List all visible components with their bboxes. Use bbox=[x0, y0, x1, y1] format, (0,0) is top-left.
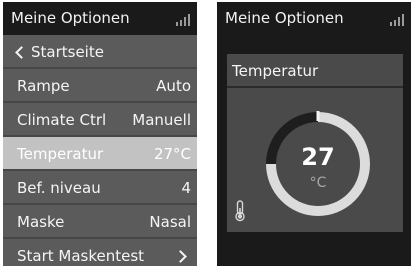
menu-item-label: Temperatur bbox=[17, 145, 104, 163]
menu-item-value: Nasal bbox=[149, 213, 191, 231]
temperature-panel: Temperatur 27 °C bbox=[227, 54, 403, 232]
menu-item-bef-niveau[interactable]: Bef. niveau 4 bbox=[3, 171, 197, 205]
menu-item-label: Start Maskentest bbox=[17, 247, 145, 265]
menu-item-climate-ctrl[interactable]: Climate Ctrl Manuell bbox=[3, 103, 197, 137]
temperature-unit: °C bbox=[309, 175, 327, 191]
menu-item-start-maskentest[interactable]: Start Maskentest bbox=[3, 239, 197, 266]
options-menu: Startseite Rampe Auto Climate Ctrl Manue… bbox=[3, 35, 197, 266]
menu-item-maske[interactable]: Maske Nasal bbox=[3, 205, 197, 239]
menu-item-value: 4 bbox=[181, 179, 191, 197]
menu-item-value: Manuell bbox=[132, 111, 191, 129]
menu-item-rampe[interactable]: Rampe Auto bbox=[3, 69, 197, 103]
screen-title: Meine Optionen bbox=[11, 9, 130, 27]
menu-item-value: Auto bbox=[156, 77, 191, 95]
thermometer-icon bbox=[235, 200, 245, 222]
chevron-left-icon bbox=[15, 46, 28, 59]
menu-item-value: 27°C bbox=[153, 145, 191, 163]
menu-item-label: Climate Ctrl bbox=[17, 111, 107, 129]
screen-title: Meine Optionen bbox=[225, 9, 344, 27]
menu-item-startseite[interactable]: Startseite bbox=[3, 35, 197, 69]
chevron-right-icon bbox=[174, 250, 187, 263]
signal-bars-icon bbox=[176, 14, 190, 26]
signal-bars-icon bbox=[390, 14, 404, 26]
options-menu-screen: Meine Optionen Startseite Rampe Auto Cli… bbox=[3, 2, 197, 266]
status-bar: Meine Optionen bbox=[3, 2, 197, 32]
menu-item-label: Startseite bbox=[31, 43, 104, 61]
menu-item-label: Bef. niveau bbox=[17, 179, 101, 197]
status-bar: Meine Optionen bbox=[217, 2, 411, 32]
menu-item-temperatur[interactable]: Temperatur 27°C bbox=[3, 137, 197, 171]
temperature-value: 27 bbox=[301, 143, 335, 171]
temperature-screen: Meine Optionen Temperatur 27 °C bbox=[217, 2, 411, 266]
menu-item-label: Maske bbox=[17, 213, 65, 231]
menu-item-label: Rampe bbox=[17, 77, 70, 95]
